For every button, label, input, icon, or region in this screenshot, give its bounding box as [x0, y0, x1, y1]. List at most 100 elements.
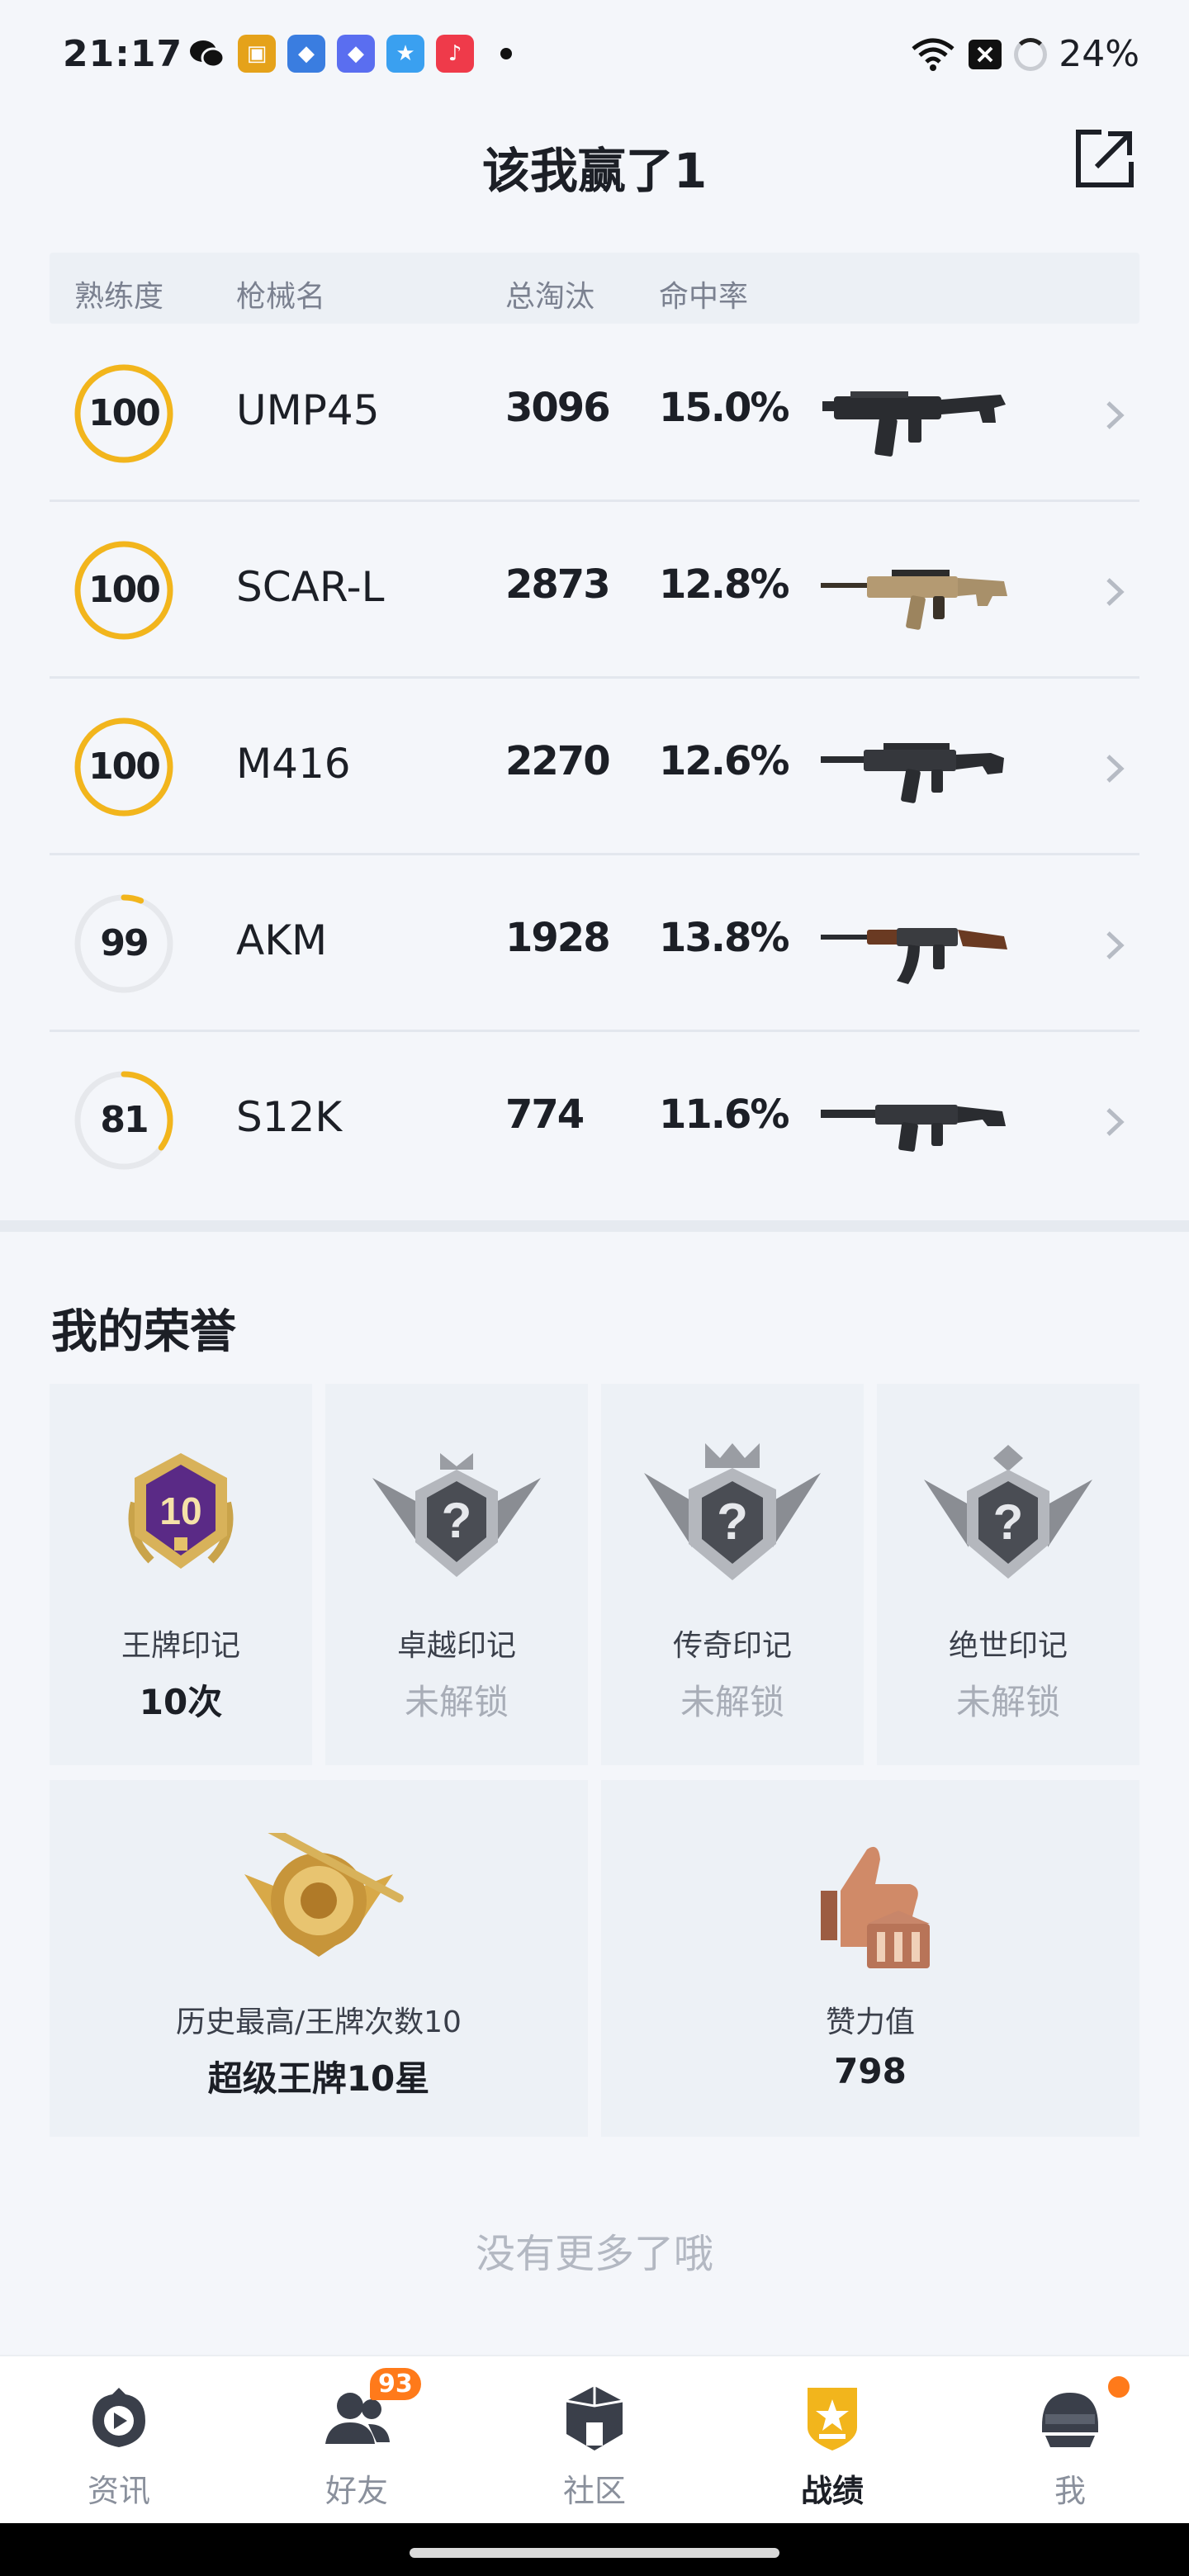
- sim-off-icon: [969, 39, 1002, 69]
- battery-percent: 24%: [1059, 33, 1139, 75]
- honor-label: 卓越印记: [396, 1629, 516, 1663]
- chevron-right-icon: [1106, 1108, 1125, 1136]
- weapon-table-header: 熟练度 枪械名 总淘汰 命中率: [50, 253, 1139, 324]
- star-app-icon: ★: [386, 35, 424, 73]
- weapon-name: UMP45: [236, 386, 380, 434]
- m416-rifle-image: [821, 743, 1004, 803]
- honor-label: 历史最高/王牌次数10: [176, 2005, 462, 2039]
- s12k-shotgun-image: [821, 1105, 1006, 1152]
- total-kills: 2873: [505, 561, 611, 608]
- status-bar: 21:17 ▣ ◆ ◆ ★ ♪ 24%: [0, 0, 1189, 107]
- status-app-icons: ▣ ◆ ◆ ★ ♪: [188, 35, 512, 73]
- profile-helmet-icon: [1042, 2393, 1098, 2447]
- news-icon: [92, 2388, 145, 2447]
- section-divider: [0, 1220, 1189, 1232]
- status-time: 21:17: [63, 33, 183, 75]
- excellence-mark-badge-icon: ?: [372, 1453, 541, 1577]
- proficiency-value: 100: [88, 569, 161, 611]
- music-app-icon: ♪: [436, 35, 474, 73]
- weapon-row[interactable]: 81 S12K 774 11.6%: [50, 1032, 1139, 1209]
- honor-label: 传奇印记: [672, 1629, 792, 1663]
- status-right: 24%: [910, 33, 1139, 75]
- nav-label: 好友: [324, 2473, 388, 2509]
- honor-card-highest-rank[interactable]: 历史最高/王牌次数10 超级王牌10星: [50, 1780, 588, 2137]
- svg-text:?: ?: [717, 1494, 748, 1551]
- weapon-row[interactable]: 100 SCAR-L 2873 12.8%: [50, 502, 1139, 679]
- total-kills: 2270: [505, 738, 611, 784]
- proficiency-value: 100: [88, 392, 161, 434]
- weapon-name: SCAR-L: [236, 563, 385, 611]
- total-kills: 774: [505, 1091, 585, 1138]
- column-weapon-name: 枪械名: [236, 280, 326, 314]
- battery-icon: [1014, 37, 1048, 71]
- column-total-kills: 总淘汰: [505, 280, 595, 314]
- svg-text:?: ?: [993, 1494, 1024, 1550]
- weapon-list: 100 UMP45 3096 15.0% 100 SCAR-L 2873 12.…: [50, 325, 1139, 1209]
- honor-value: 798: [834, 2051, 907, 2091]
- share-button[interactable]: [1072, 125, 1138, 192]
- hit-rate: 11.6%: [659, 1091, 790, 1138]
- peerless-mark-badge-icon: ?: [924, 1445, 1092, 1579]
- page-title: 该我赢了1: [481, 143, 708, 199]
- svg-text:10: 10: [159, 1489, 201, 1532]
- nav-item-community[interactable]: 社区: [476, 2356, 713, 2525]
- nav-label: 资讯: [87, 2473, 150, 2509]
- honor-value: 10次: [139, 1682, 223, 1722]
- share-export-icon: [1076, 130, 1134, 187]
- proficiency-value: 99: [100, 922, 149, 964]
- game-app-icon: ◆: [337, 35, 375, 73]
- home-gesture-bar[interactable]: [410, 2548, 779, 2558]
- honor-label: 赞力值: [825, 2005, 915, 2039]
- honor-value: 未解锁: [404, 1682, 509, 1722]
- game-app-icon: ◆: [287, 35, 325, 73]
- svg-text:?: ?: [442, 1493, 472, 1548]
- hit-rate: 12.8%: [659, 561, 790, 608]
- column-proficiency: 熟练度: [74, 280, 164, 314]
- chevron-right-icon: [1106, 401, 1125, 429]
- weapon-row[interactable]: 100 M416 2270 12.6%: [50, 679, 1139, 855]
- thumbs-up-trophy-icon: [821, 1846, 930, 1968]
- honor-value: 未解锁: [680, 1682, 784, 1722]
- weapon-name: AKM: [236, 916, 328, 964]
- honor-label: 绝世印记: [948, 1629, 1068, 1663]
- records-icon: [808, 2388, 857, 2451]
- wifi-icon: [912, 38, 955, 71]
- proficiency-value: 81: [100, 1099, 149, 1141]
- nav-item-news[interactable]: 资讯: [0, 2356, 238, 2525]
- honor-card-legend-mark[interactable]: ? 传奇印记 未解锁: [601, 1384, 864, 1765]
- nav-item-profile[interactable]: 我: [951, 2356, 1189, 2525]
- nav-item-friends[interactable]: 93 好友: [238, 2356, 476, 2525]
- more-notifications-dot: [500, 48, 512, 59]
- honor-card-excellence-mark[interactable]: ? 卓越印记 未解锁: [325, 1384, 588, 1765]
- total-kills: 3096: [505, 385, 611, 431]
- akm-rifle-image: [821, 928, 1007, 984]
- hit-rate: 13.8%: [659, 915, 790, 961]
- weapon-name: M416: [236, 740, 351, 788]
- honor-card-ace-mark[interactable]: 10 王牌印记 10次: [50, 1384, 312, 1765]
- honor-value: 超级王牌10星: [207, 2058, 430, 2099]
- nav-label: 战绩: [800, 2473, 864, 2509]
- total-kills: 1928: [505, 915, 611, 961]
- nav-item-records[interactable]: 战绩: [713, 2356, 951, 2525]
- honor-label: 王牌印记: [121, 1629, 240, 1663]
- bottom-navigation: 资讯 93 好友 社区 战绩 我: [0, 2355, 1189, 2523]
- honor-card-likes[interactable]: 赞力值 798: [601, 1780, 1139, 2137]
- weapon-row[interactable]: 100 UMP45 3096 15.0%: [50, 325, 1139, 502]
- weapon-row[interactable]: 99 AKM 1928 13.8%: [50, 855, 1139, 1032]
- ump45-smg-image: [822, 391, 1006, 457]
- chevron-right-icon: [1106, 931, 1125, 959]
- game-app-icon: ▣: [238, 35, 276, 73]
- nav-label: 社区: [562, 2473, 626, 2509]
- weapon-name: S12K: [236, 1093, 343, 1141]
- nav-label: 我: [1054, 2473, 1086, 2509]
- hit-rate: 12.6%: [659, 738, 790, 784]
- end-of-list-text: 没有更多了哦: [475, 2231, 713, 2277]
- legend-mark-badge-icon: ?: [644, 1443, 821, 1580]
- hit-rate: 15.0%: [659, 385, 790, 431]
- chevron-right-icon: [1106, 755, 1125, 783]
- honors-section-title: 我的荣誉: [51, 1305, 236, 1359]
- profile-notification-dot: [1105, 2373, 1133, 2401]
- wechat-icon: [188, 35, 226, 73]
- honor-card-peerless-mark[interactable]: ? 绝世印记 未解锁: [877, 1384, 1139, 1765]
- honor-value: 未解锁: [955, 1682, 1060, 1722]
